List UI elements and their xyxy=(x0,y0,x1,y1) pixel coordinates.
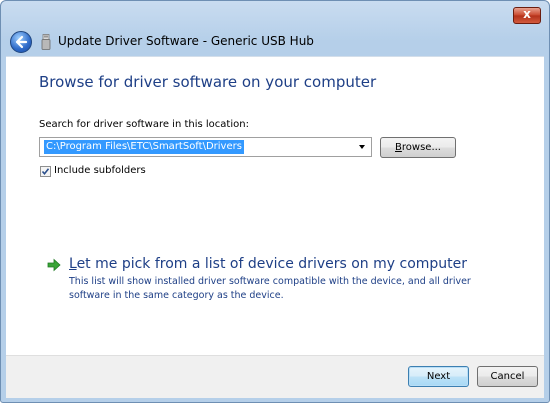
pick-link-label: et me pick from a list of device drivers… xyxy=(76,256,468,272)
pick-driver-link[interactable]: Let me pick from a list of device driver… xyxy=(69,256,467,272)
close-icon: x xyxy=(523,7,531,21)
chevron-down-icon[interactable] xyxy=(356,140,368,154)
title-bar: x Update Driver Software - Generic USB H… xyxy=(1,1,549,53)
page-heading: Browse for driver software on your compu… xyxy=(39,73,377,91)
button-bar: Next Cancel xyxy=(6,355,544,398)
browse-accel: B xyxy=(395,142,402,153)
dialog-window: x Update Driver Software - Generic USB H… xyxy=(0,0,550,403)
checkmark-icon xyxy=(41,168,50,176)
include-subfolders-label[interactable]: Include subfolders xyxy=(54,165,146,176)
browse-button[interactable]: Browse... xyxy=(380,137,456,158)
close-button[interactable]: x xyxy=(513,7,541,24)
window-title: Update Driver Software - Generic USB Hub xyxy=(58,34,314,48)
back-arrow-icon xyxy=(15,35,28,49)
green-arrow-icon[interactable] xyxy=(46,257,62,273)
browse-label: rowse... xyxy=(401,142,441,153)
search-location-label: Search for driver software in this locat… xyxy=(39,119,249,130)
back-button[interactable] xyxy=(10,31,32,53)
include-subfolders-checkbox[interactable] xyxy=(40,166,51,177)
path-input[interactable]: C:\Program Files\ETC\SmartSoft\Drivers xyxy=(44,140,244,154)
content-panel: Browse for driver software on your compu… xyxy=(6,56,544,355)
cancel-button[interactable]: Cancel xyxy=(477,366,538,387)
pick-link-accel: L xyxy=(69,256,77,272)
usb-device-icon xyxy=(41,34,51,50)
path-combobox[interactable]: C:\Program Files\ETC\SmartSoft\Drivers xyxy=(39,137,372,157)
pick-driver-description: This list will show installed driver sof… xyxy=(69,276,471,301)
next-button[interactable]: Next xyxy=(408,366,469,387)
